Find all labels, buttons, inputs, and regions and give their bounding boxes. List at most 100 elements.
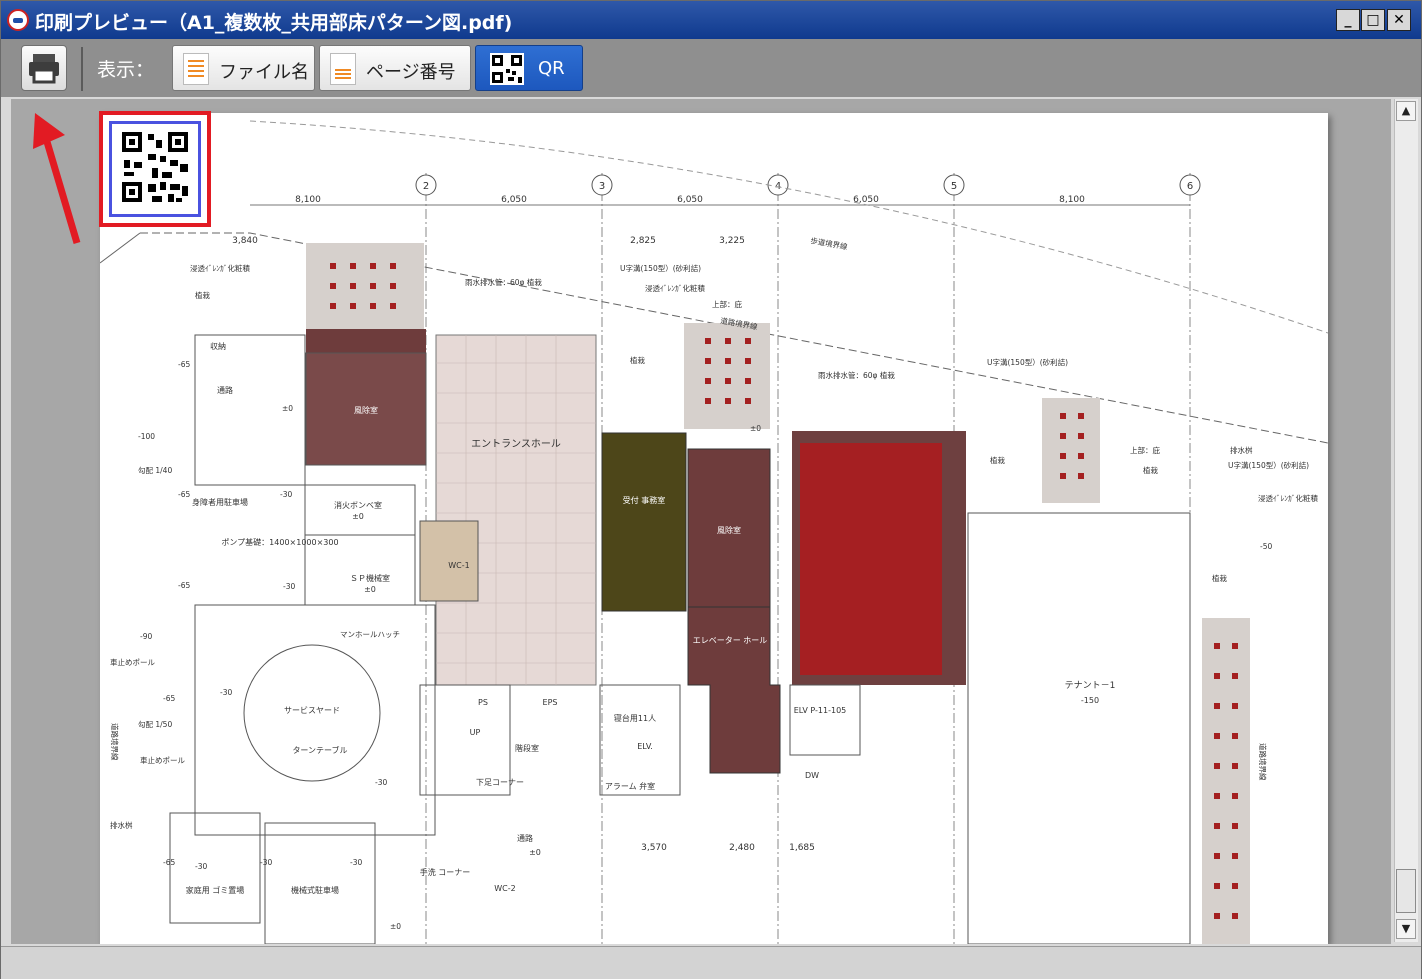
dimension-label: 2,825 bbox=[630, 236, 656, 246]
toggle-filename-button[interactable]: ファイル名 bbox=[172, 45, 315, 91]
passage-label: 通路 bbox=[517, 833, 533, 843]
title-bar: 印刷プレビュー（A1_複数枚_共用部床パターン図.pdf) _ □ ✕ bbox=[1, 1, 1421, 39]
shoe-corner-label: 下足コーナー bbox=[476, 778, 524, 787]
upper-note: 上部：庇 bbox=[712, 299, 742, 309]
scroll-thumb[interactable] bbox=[1396, 869, 1416, 913]
slope-note-2: 勾配 1/50 bbox=[138, 719, 172, 729]
toggle-qr-button[interactable]: QR bbox=[475, 45, 583, 91]
dw-label: DW bbox=[805, 771, 819, 780]
road-boundary-right-note: 道路境界線 bbox=[1258, 743, 1268, 781]
level-note: -65 bbox=[178, 581, 190, 590]
dimension-label: 2,480 bbox=[729, 843, 755, 853]
display-label: 表示： bbox=[97, 59, 155, 81]
page-number-label: ページ番号 bbox=[366, 62, 456, 83]
minimize-button[interactable]: _ bbox=[1336, 9, 1360, 31]
storage-label: 収納 bbox=[210, 341, 226, 351]
scroll-down-button[interactable]: ▼ bbox=[1396, 919, 1416, 939]
qr-code-icon bbox=[490, 53, 524, 85]
qr-highlight-box bbox=[99, 111, 211, 227]
planting-note-2: 植栽 bbox=[990, 455, 1005, 465]
elevator-label: ELV. bbox=[637, 742, 653, 751]
filter-note-3: 浸透ｲﾞﾚﾝｶﾞ化粧積 bbox=[190, 263, 250, 273]
level-note: -30 bbox=[283, 582, 295, 591]
turntable-label: ターンテーブル bbox=[292, 745, 347, 755]
vertical-scrollbar[interactable]: ▲ ▼ bbox=[1394, 99, 1418, 942]
planting-note-3: 植栽 bbox=[1143, 465, 1159, 475]
preview-page: 2 3 4 5 6 8,100 6,050 6,050 6,050 8,100 … bbox=[100, 113, 1328, 944]
level-note: -65 bbox=[178, 360, 190, 369]
print-preview-window: 印刷プレビュー（A1_複数枚_共用部床パターン図.pdf) _ □ ✕ 表示： … bbox=[0, 0, 1422, 979]
rain-pipe-note-2: 雨水排水管：60φ 植栽 bbox=[818, 370, 895, 380]
u-gutter-note-3: U字溝(150型）(砂利詰) bbox=[1228, 460, 1309, 470]
axis-label-6: 6 bbox=[1187, 181, 1193, 192]
room-label-entrance-hall: エントランスホール bbox=[471, 438, 561, 450]
printer-icon bbox=[29, 54, 59, 84]
room-label-stairs: 階段室 bbox=[515, 743, 539, 753]
level-note: -65 bbox=[163, 694, 175, 703]
sidewalk-boundary-note: 歩道境界線 bbox=[810, 235, 849, 251]
u-gutter-note: U字溝(150型）(砂利詰) bbox=[620, 263, 701, 273]
level-note: ±0 bbox=[282, 404, 293, 413]
axis-label-2: 2 bbox=[423, 181, 429, 192]
minimize-icon: _ bbox=[1344, 12, 1352, 28]
level-note: -30 bbox=[195, 862, 207, 871]
dimension-label: 8,100 bbox=[295, 195, 321, 205]
passage-level: ±0 bbox=[529, 848, 541, 857]
close-button[interactable]: ✕ bbox=[1387, 9, 1411, 31]
pump-base-label: ポンプ基礎：1400×1000×300 bbox=[221, 537, 338, 547]
planting-note-4: 植栽 bbox=[1212, 573, 1228, 583]
planting-note-5: 植栽 bbox=[195, 290, 210, 300]
toggle-page-number-button[interactable]: ページ番号 bbox=[319, 45, 471, 91]
toolbar-separator bbox=[81, 47, 83, 91]
floor-plan-drawing: 2 3 4 5 6 8,100 6,050 6,050 6,050 8,100 … bbox=[100, 120, 1328, 944]
u-gutter-note-2: U字溝(150型）(砂利詰) bbox=[987, 357, 1068, 367]
axis-label-3: 3 bbox=[599, 181, 605, 192]
sp-level: ±0 bbox=[364, 585, 376, 594]
preview-area[interactable]: 2 3 4 5 6 8,100 6,050 6,050 6,050 8,100 … bbox=[11, 99, 1391, 944]
dimension-label: 8,100 bbox=[1059, 195, 1085, 205]
car-stop-note-1: 車止めポール bbox=[110, 657, 155, 667]
filter-note: 浸透ｲﾞﾚﾝｶﾞ化粧積 bbox=[645, 283, 705, 293]
document-lines-icon bbox=[330, 53, 356, 85]
hand-wash-label: 手洗 コーナー bbox=[420, 867, 471, 877]
qr-label: QR bbox=[538, 58, 565, 79]
scroll-up-button[interactable]: ▲ bbox=[1396, 101, 1416, 121]
document-lines-icon bbox=[183, 53, 209, 85]
filename-label: ファイル名 bbox=[219, 62, 309, 83]
level-note: -30 bbox=[260, 858, 272, 867]
dimension-label: 6,050 bbox=[501, 195, 527, 205]
print-button[interactable] bbox=[21, 45, 67, 91]
up-label: UP bbox=[470, 728, 481, 737]
maximize-button[interactable]: □ bbox=[1361, 9, 1385, 31]
level-note: -30 bbox=[350, 858, 362, 867]
eps-label: EPS bbox=[543, 698, 558, 707]
filter-note-2: 浸透ｲﾞﾚﾝｶﾞ化粧積 bbox=[1258, 493, 1318, 503]
wc2-label: WC-2 bbox=[494, 884, 515, 893]
level-note: -65 bbox=[178, 490, 190, 499]
slope-note-1: 勾配 1/40 bbox=[138, 465, 172, 475]
level-note: -30 bbox=[220, 688, 232, 697]
ps-label: PS bbox=[478, 698, 488, 707]
room-label-fire-pump: 消火ボンベ室 bbox=[334, 500, 382, 510]
room-label-reception: 受付 事務室 bbox=[623, 495, 666, 505]
manhole-note: マンホールハッチ bbox=[340, 630, 400, 639]
app-logo-icon bbox=[7, 9, 29, 31]
room-label-sp: ＳＰ機械室 bbox=[350, 573, 390, 583]
toolbar: 表示： ファイル名 ページ番号 QR bbox=[1, 39, 1421, 97]
maximize-icon: □ bbox=[1366, 12, 1380, 28]
dimension-label: 1,685 bbox=[789, 843, 815, 853]
planting-note: 植栽 bbox=[630, 355, 645, 365]
level-note: -90 bbox=[140, 632, 152, 641]
dimension-label: 6,050 bbox=[677, 195, 703, 205]
window-title: 印刷プレビュー（A1_複数枚_共用部床パターン図.pdf) bbox=[35, 12, 513, 34]
level-note: ±0 bbox=[390, 922, 401, 931]
rain-pipe-note: 雨水排水管：60φ 植栽 bbox=[465, 277, 542, 287]
car-stop-note-2: 車止めポール bbox=[140, 755, 185, 765]
road-boundary-left-note: 道路境界線 bbox=[110, 723, 120, 761]
dimension-label: 6,050 bbox=[853, 195, 879, 205]
dimension-label: 3,225 bbox=[719, 236, 745, 246]
dimension-label: 3,570 bbox=[641, 843, 667, 853]
level-note: -100 bbox=[138, 432, 155, 441]
room-label-wc1: WC-1 bbox=[448, 561, 469, 570]
status-bar bbox=[1, 946, 1421, 979]
